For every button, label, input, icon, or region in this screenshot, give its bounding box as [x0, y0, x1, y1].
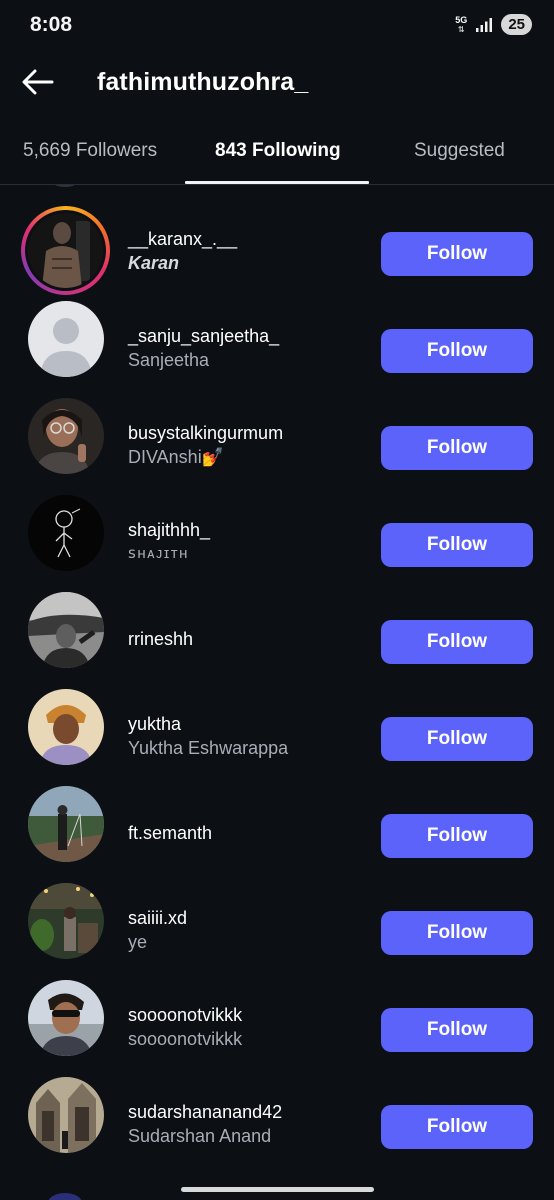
avatar	[28, 213, 103, 288]
follow-button[interactable]: Follow	[381, 1008, 533, 1052]
back-arrow-icon	[22, 69, 54, 95]
avatar[interactable]	[28, 1077, 104, 1153]
full-name: Yuktha Eshwarappa	[128, 738, 289, 758]
full-name: Sudarshan Anand	[128, 1126, 272, 1146]
list-item[interactable]: _sanju_sanjeetha_ Sanjeetha Follow	[0, 290, 554, 387]
list-item[interactable]: sudarshananand42 Sudarshan Anand Follow	[0, 1066, 554, 1163]
status-time: 8:08	[30, 13, 73, 36]
username[interactable]: shajithhh_	[128, 520, 210, 541]
page-title: fathimuthuzohra_	[97, 68, 309, 96]
username[interactable]: busystalkingurmum	[128, 423, 283, 444]
username[interactable]: saiiii.xd	[128, 908, 187, 929]
full-name: ye	[128, 932, 148, 952]
username[interactable]: soooonotvikkk	[128, 1005, 242, 1026]
avatar	[48, 1193, 82, 1200]
network-type: 5G	[455, 14, 468, 25]
username[interactable]: _sanju_sanjeetha_	[128, 326, 279, 347]
follow-button[interactable]: Follow	[381, 329, 533, 373]
username[interactable]: ft.semanth	[128, 823, 212, 844]
header: fathimuthuzohra_	[0, 52, 554, 114]
data-arrows-icon: ⇅	[457, 24, 465, 34]
follow-button[interactable]: Follow	[381, 620, 533, 664]
username[interactable]: sudarshananand42	[128, 1102, 282, 1123]
avatar[interactable]	[28, 883, 104, 959]
list-item[interactable]: yuktha Yuktha Eshwarappa Follow	[0, 678, 554, 775]
status-bar: 8:08 5G ⇅ 25	[0, 0, 554, 52]
follow-button[interactable]: Follow	[381, 523, 533, 567]
avatar[interactable]	[28, 786, 104, 862]
avatar[interactable]	[28, 592, 104, 668]
avatar[interactable]	[28, 689, 104, 765]
following-list[interactable]: __karanx_.__ Karan Follow _sanju_sanjeet…	[0, 185, 554, 1200]
list-item[interactable]: saiiii.xd ye Follow	[0, 872, 554, 969]
story-ring[interactable]	[21, 206, 110, 295]
tab-followers[interactable]: 5,669 Followers	[23, 140, 157, 162]
list-item[interactable]: shajithhh_ ꜱʜᴀᴊɪᴛʜ Follow	[0, 484, 554, 581]
active-tab-indicator	[185, 181, 369, 184]
signal-icon	[476, 17, 493, 32]
username[interactable]: yuktha	[128, 714, 181, 735]
status-icons: 5G ⇅ 25	[455, 14, 532, 35]
battery-icon: 25	[501, 14, 532, 35]
avatar[interactable]	[28, 301, 104, 377]
follow-button[interactable]: Follow	[381, 717, 533, 761]
full-name: DIVAnshi💅	[128, 447, 225, 467]
avatar[interactable]	[28, 398, 104, 474]
list-item[interactable]: rrineshh Follow	[0, 581, 554, 678]
full-name: soooonotvikkk	[128, 1029, 243, 1049]
avatar[interactable]	[28, 495, 104, 571]
tab-suggested[interactable]: Suggested	[414, 140, 505, 162]
home-indicator[interactable]	[181, 1187, 374, 1192]
full-name: Sanjeetha	[128, 350, 210, 370]
follow-button[interactable]: Follow	[381, 911, 533, 955]
full-name: ꜱʜᴀᴊɪᴛʜ	[128, 545, 189, 562]
avatar	[48, 185, 82, 187]
follow-button[interactable]: Follow	[381, 232, 533, 276]
list-item[interactable]: ft.semanth Follow	[0, 775, 554, 872]
tab-following[interactable]: 843 Following	[215, 140, 341, 162]
tab-bar: 5,669 Followers 843 Following Suggested	[0, 124, 554, 185]
avatar[interactable]	[28, 980, 104, 1056]
back-button[interactable]	[18, 64, 58, 100]
username[interactable]: __karanx_.__	[128, 229, 237, 250]
network-indicator: 5G ⇅	[455, 14, 468, 34]
full-name: Karan	[128, 253, 180, 273]
follow-button[interactable]: Follow	[381, 426, 533, 470]
battery-level: 25	[508, 16, 525, 33]
username[interactable]: rrineshh	[128, 629, 193, 650]
follow-button[interactable]: Follow	[381, 1105, 533, 1149]
list-item[interactable]: busystalkingurmum DIVAnshi💅 Follow	[0, 387, 554, 484]
follow-button[interactable]: Follow	[381, 814, 533, 858]
list-item[interactable]: soooonotvikkk soooonotvikkk Follow	[0, 969, 554, 1066]
list-item[interactable]: __karanx_.__ Karan Follow	[0, 193, 554, 295]
